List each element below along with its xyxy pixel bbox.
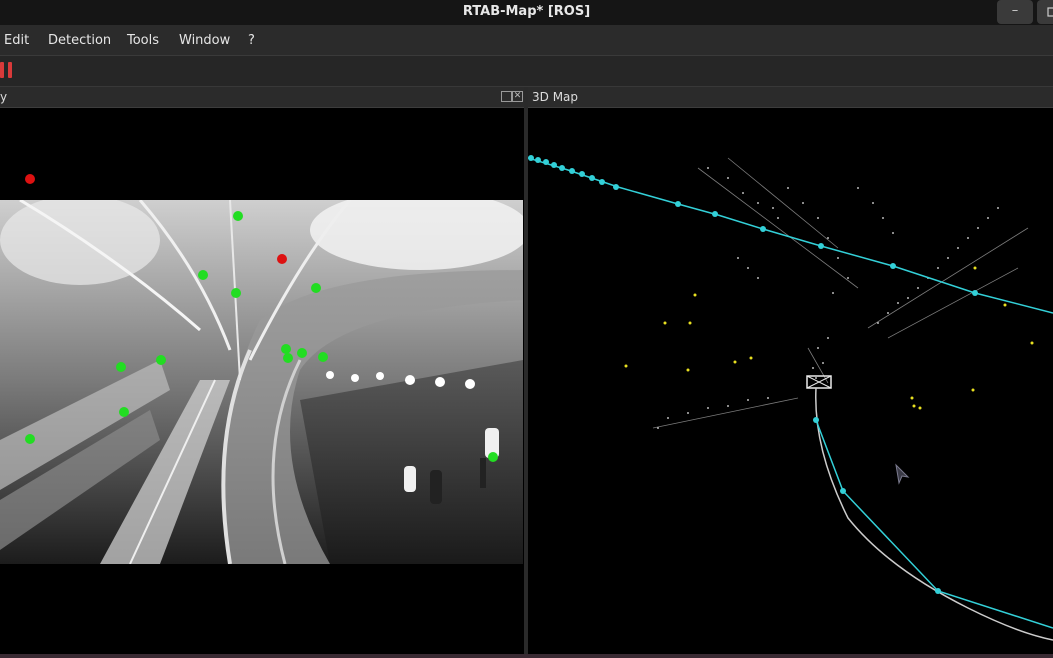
mouse-cursor-icon	[895, 463, 910, 485]
camera-view[interactable]	[0, 108, 524, 654]
float-icon[interactable]	[501, 91, 512, 102]
title-bar: RTAB-Map* [ROS] –	[0, 0, 1053, 26]
toolbar	[0, 56, 1053, 87]
menu-window[interactable]: Window	[179, 33, 230, 48]
menu-help[interactable]: ?	[248, 33, 255, 48]
menu-tools[interactable]: Tools	[127, 33, 159, 48]
minimize-icon: –	[1011, 3, 1019, 18]
map-dock-title: 3D Map	[532, 90, 579, 104]
map-3d-canvas	[528, 155, 1053, 641]
close-icon[interactable]: ✕	[512, 91, 523, 102]
map-dock-header: 3D Map	[528, 87, 1053, 108]
menu-bar: Edit Detection Tools Window ?	[0, 25, 1053, 56]
pause-icon[interactable]	[0, 62, 18, 80]
map-3d-view[interactable]	[528, 108, 1053, 654]
minimize-button[interactable]: –	[997, 0, 1033, 24]
camera-dock-title: y	[0, 90, 8, 104]
menu-edit[interactable]: Edit	[4, 33, 29, 48]
feature-marker-red	[25, 174, 35, 184]
restore-icon	[1047, 7, 1053, 17]
status-strip	[0, 654, 1053, 658]
camera-dock-header: y ✕	[0, 87, 524, 108]
menu-detection[interactable]: Detection	[48, 33, 111, 48]
restore-button[interactable]	[1037, 0, 1053, 24]
camera-image	[0, 200, 523, 564]
window-title: RTAB-Map* [ROS]	[462, 4, 591, 19]
